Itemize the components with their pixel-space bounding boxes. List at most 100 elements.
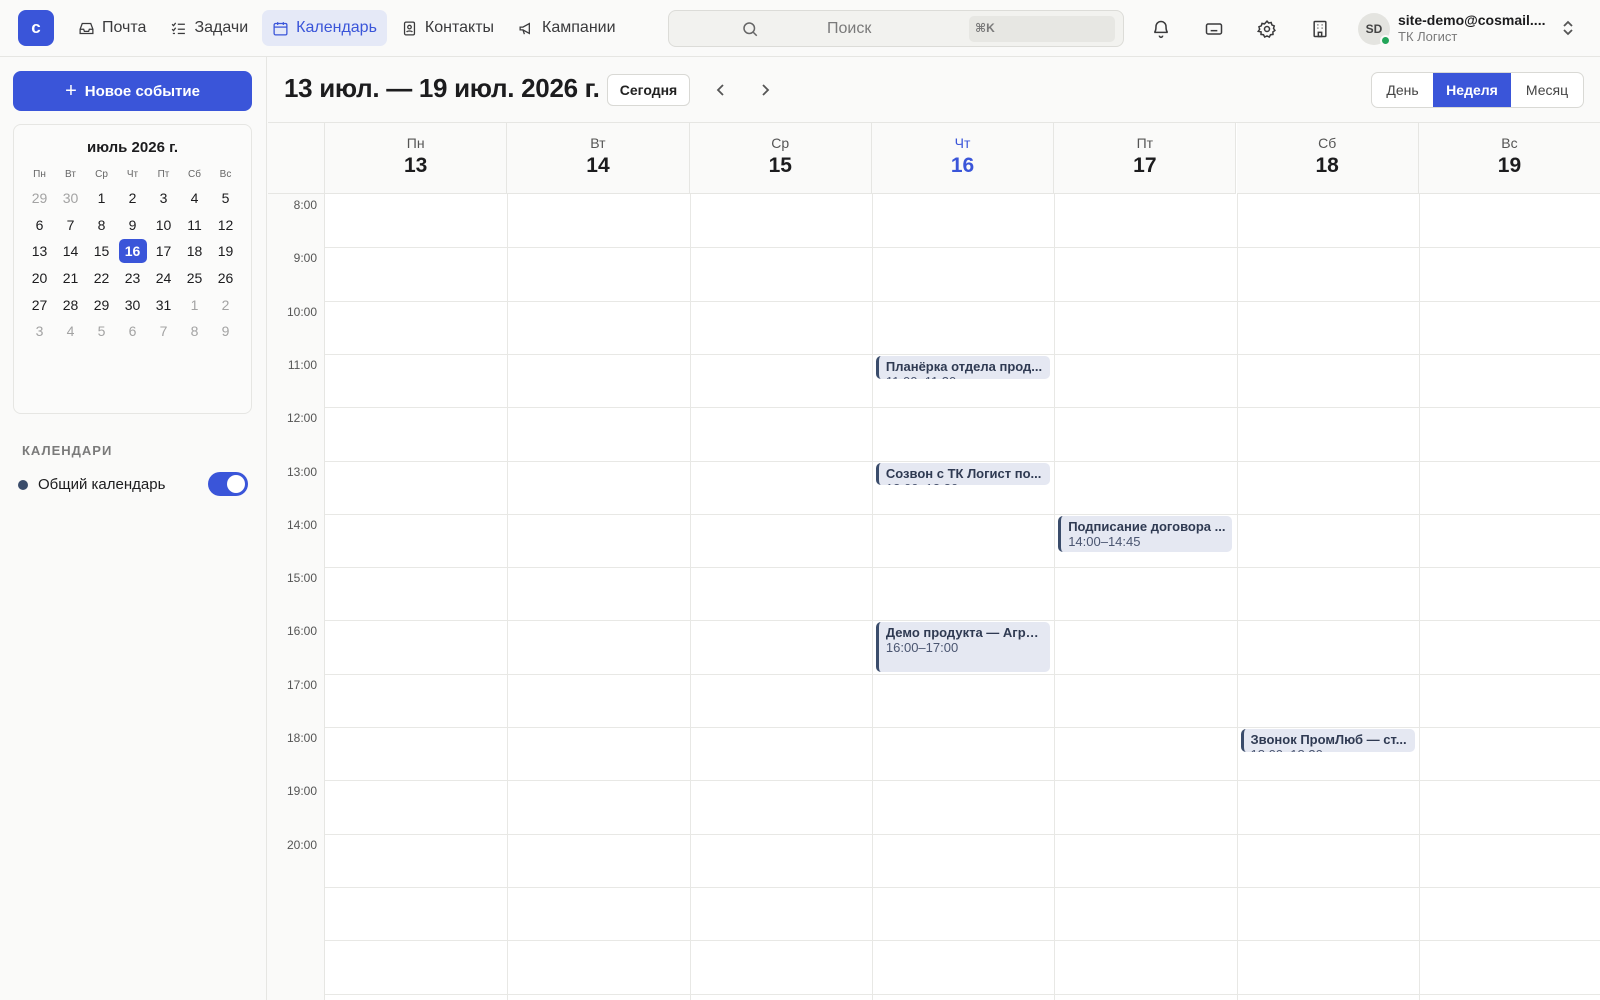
mini-calendar-day[interactable]: 13 [24, 238, 55, 265]
mini-calendar-day[interactable]: 31 [148, 291, 179, 318]
mini-calendar-day[interactable]: 9 [117, 212, 148, 239]
day-header[interactable]: Чт 16 [871, 123, 1055, 194]
mini-calendar-day-number: 9 [221, 323, 230, 340]
nav-item-label: Задачи [194, 19, 249, 36]
mini-calendar-day[interactable]: 15 [86, 238, 117, 265]
mini-calendar-day[interactable]: 22 [86, 265, 117, 292]
mini-calendar-day[interactable]: 2 [210, 291, 241, 318]
mini-calendar-day-number: 30 [124, 296, 141, 313]
megaphone-icon [518, 20, 535, 37]
today-button[interactable]: Сегодня [607, 74, 690, 106]
mini-calendar-day[interactable]: 1 [86, 185, 117, 212]
mini-calendar-day[interactable]: 9 [210, 318, 241, 345]
mini-calendar-day[interactable]: 18 [179, 238, 210, 265]
view-option-day[interactable]: День [1372, 73, 1433, 107]
user-avatar[interactable]: SD [1358, 13, 1391, 46]
organization-building-icon[interactable] [1306, 15, 1334, 43]
mini-calendar-day[interactable]: 4 [55, 318, 86, 345]
search-box[interactable]: Поиск ⌘K [668, 10, 1124, 47]
mini-calendar-day[interactable]: 2 [117, 185, 148, 212]
calendar-event[interactable]: Звонок ПромЛюб — ст...18:00–18:30 [1240, 729, 1415, 752]
nav-item-inbox[interactable]: Почта [68, 10, 156, 46]
mini-calendar-day-number: 12 [217, 216, 234, 233]
day-header[interactable]: Пт 17 [1054, 123, 1237, 194]
online-status-dot [1380, 35, 1391, 46]
day-header[interactable]: Пн 13 [325, 123, 508, 194]
mini-calendar-day[interactable]: 29 [24, 185, 55, 212]
nav-item-megaphone[interactable]: Кампании [508, 10, 626, 46]
mini-calendar-day[interactable]: 3 [148, 185, 179, 212]
new-event-button[interactable]: + Новое событие [13, 71, 252, 111]
nav-item-calendar[interactable]: Календарь [262, 10, 387, 46]
mini-calendar-weekday: Чт [126, 169, 139, 180]
settings-gear-icon[interactable] [1253, 15, 1281, 43]
time-gutter: 8:00 9:00 10:00 11:00 12:00 13:00 14:00 15:00 16… [268, 194, 325, 1000]
calendar-color-dot [18, 480, 28, 490]
mini-calendar-day-number: 2 [128, 190, 137, 207]
calendar-visibility-toggle[interactable] [208, 472, 248, 496]
account-switcher-chevron-icon[interactable] [1560, 18, 1576, 38]
notifications-icon[interactable] [1147, 15, 1175, 43]
mini-calendar-day[interactable]: 20 [24, 265, 55, 292]
mini-calendar-day[interactable]: 11 [179, 212, 210, 239]
mini-calendar-day[interactable]: 19 [210, 238, 241, 265]
mini-calendar-day[interactable]: 1 [179, 291, 210, 318]
calendar-item-general[interactable]: Общий календарь [18, 472, 248, 498]
view-option-week[interactable]: Неделя [1433, 73, 1511, 107]
mini-calendar-day[interactable]: 28 [55, 291, 86, 318]
day-header[interactable]: Сб 18 [1236, 123, 1419, 194]
mini-calendar-day[interactable]: 7 [55, 212, 86, 239]
week-calendar: 8:00 9:00 10:00 11:00 12:00 13:00 14:00 15:00 16… [268, 122, 1600, 1000]
mini-calendar-day[interactable]: 10 [148, 212, 179, 239]
mini-calendar-day[interactable]: 3 [24, 318, 55, 345]
app-logo[interactable]: c [18, 10, 54, 46]
mini-calendar-day-number: 8 [190, 323, 199, 340]
calendar-event[interactable]: Планёрка отдела прод...11:00–11:30 [875, 355, 1051, 379]
mini-calendar-day[interactable]: 14 [55, 238, 86, 265]
mini-calendar-day-number: 9 [128, 216, 137, 233]
mini-calendar-day[interactable]: 4 [179, 185, 210, 212]
day-header[interactable]: Вт 14 [507, 123, 690, 194]
previous-week-chevron-left-icon[interactable] [709, 78, 733, 102]
mini-calendar-day[interactable]: 29 [86, 291, 117, 318]
mini-calendar-day[interactable]: 17 [148, 238, 179, 265]
search-placeholder: Поиск [827, 20, 872, 37]
account-email[interactable]: site-demo@cosmail.... [1398, 12, 1552, 28]
day-header[interactable]: Ср 15 [689, 123, 872, 194]
nav-item-contacts[interactable]: Контакты [391, 10, 504, 46]
nav-item-label: Почта [102, 19, 147, 36]
nav-item-tasks[interactable]: Задачи [160, 10, 258, 46]
mini-calendar-day-today[interactable]: 16 [117, 238, 148, 265]
mini-calendar-day[interactable]: 23 [117, 265, 148, 292]
mini-calendar-day[interactable]: 5 [210, 185, 241, 212]
mini-calendar-day[interactable]: 21 [55, 265, 86, 292]
nav-item-label: Календарь [296, 19, 377, 36]
mini-calendar-day[interactable]: 5 [86, 318, 117, 345]
mini-calendar-day-number: 7 [159, 323, 168, 340]
calendar-event[interactable]: Подписание договора ... 14:00–14:45 [1058, 515, 1233, 552]
mini-calendar-day[interactable]: 6 [117, 318, 148, 345]
next-week-chevron-right-icon[interactable] [753, 78, 777, 102]
mini-calendar-day[interactable]: 8 [179, 318, 210, 345]
mini-calendar-day[interactable]: 6 [24, 212, 55, 239]
mini-calendar-day[interactable]: 12 [210, 212, 241, 239]
mini-calendar-day[interactable]: 25 [179, 265, 210, 292]
mini-calendar-day-number: 24 [155, 270, 172, 287]
calendar-event[interactable]: Созвон с ТК Логист по...13:00–13:30 [875, 462, 1051, 486]
calendar-name: Общий календарь [38, 476, 166, 493]
mini-calendar-day[interactable]: 27 [24, 291, 55, 318]
calendar-event[interactable]: Демо продукта — Агро... 16:00–17:00 [875, 622, 1051, 672]
new-event-label: Новое событие [84, 82, 200, 100]
mini-calendar-day[interactable]: 8 [86, 212, 117, 239]
mini-calendar-day[interactable]: 30 [117, 291, 148, 318]
view-option-month[interactable]: Месяц [1511, 73, 1583, 107]
keyboard-icon[interactable] [1200, 15, 1228, 43]
search-icon [743, 22, 758, 37]
mini-calendar-day[interactable]: 30 [55, 185, 86, 212]
mini-calendar-day[interactable]: 26 [210, 265, 241, 292]
mini-calendar-day[interactable]: 7 [148, 318, 179, 345]
mini-calendar-day[interactable]: 24 [148, 265, 179, 292]
hour-gridline [325, 353, 1600, 355]
day-header[interactable]: Вс 19 [1418, 123, 1600, 194]
mini-calendar-day-number: 23 [124, 270, 141, 287]
